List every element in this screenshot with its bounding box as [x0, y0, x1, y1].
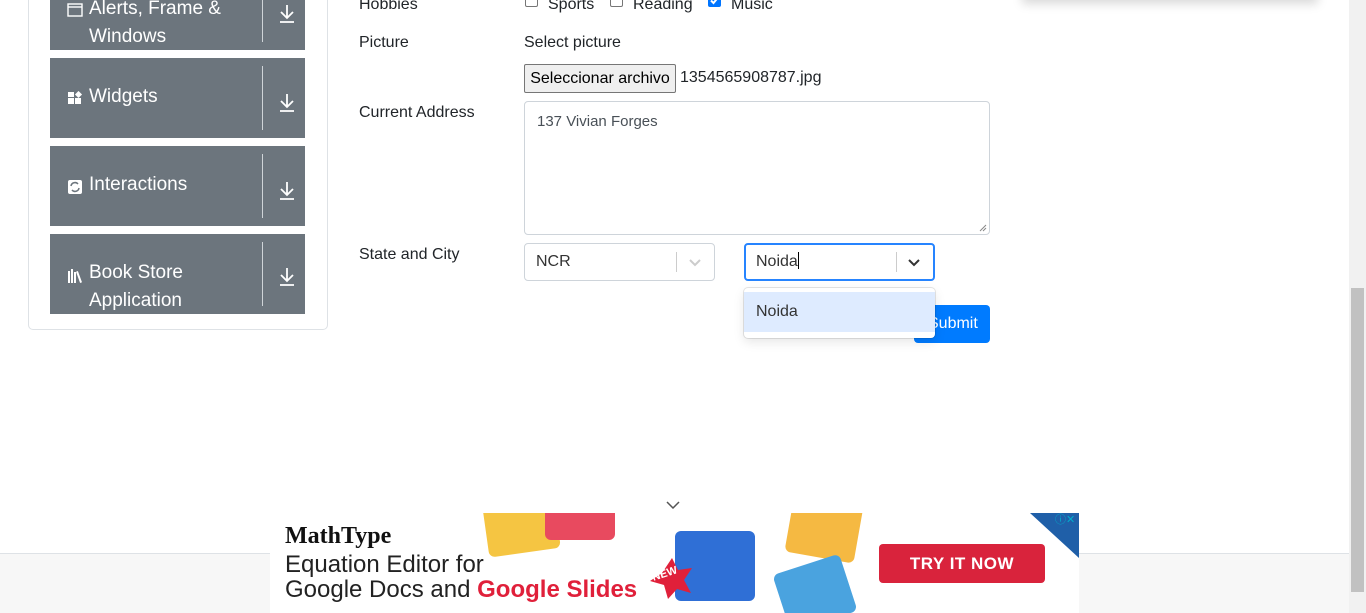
vertical-scrollbar[interactable]: [1349, 0, 1366, 613]
city-option-noida[interactable]: Noida: [744, 292, 935, 332]
separator: [262, 154, 263, 218]
ad-collapse-chevron-icon[interactable]: [664, 499, 682, 511]
city-select[interactable]: Noida: [744, 243, 935, 281]
checkmark-icon: [710, 0, 718, 5]
ad-brand: MathType: [285, 523, 392, 549]
state-select[interactable]: NCR: [524, 243, 715, 281]
advertisement-banner[interactable]: MathType Equation Editor for Google Docs…: [270, 513, 1079, 613]
ad-close-icon[interactable]: ⓘ✕: [1055, 513, 1079, 527]
hobby-reading-checkbox[interactable]: [610, 0, 623, 7]
hobby-music-checkbox[interactable]: [708, 0, 721, 7]
current-address-textarea[interactable]: 137 Vivian Forges: [524, 101, 990, 235]
sidebar-group-interactions[interactable]: Interactions: [50, 146, 305, 226]
resize-grip-icon[interactable]: [979, 224, 987, 232]
sidebar-group-label: Interactions: [89, 174, 188, 195]
select-picture-label: Select picture: [524, 34, 621, 51]
hobby-reading-label[interactable]: Reading: [633, 0, 693, 17]
download-arrow-icon[interactable]: [277, 179, 297, 201]
picture-label: Picture: [359, 34, 409, 51]
hobby-sports-label[interactable]: Sports: [548, 0, 594, 17]
sidebar-group-label: Alerts, Frame & Windows: [89, 0, 221, 47]
separator: [676, 252, 677, 272]
ad-headline-1: Equation Editor for: [285, 551, 484, 578]
download-arrow-icon[interactable]: [277, 91, 297, 113]
hobby-music-label[interactable]: Music: [731, 0, 773, 17]
window-icon: [67, 3, 83, 17]
separator: [896, 252, 897, 272]
state-select-value: NCR: [536, 253, 571, 270]
interactions-icon: [68, 180, 82, 194]
download-arrow-icon[interactable]: [277, 265, 297, 287]
hobbies-label: Hobbies: [359, 0, 418, 13]
city-dropdown-menu: Noida: [744, 288, 935, 338]
chevron-down-icon[interactable]: [686, 253, 704, 271]
choose-file-button[interactable]: Seleccionar archivo: [524, 64, 676, 93]
separator: [262, 66, 263, 130]
separator: [262, 0, 263, 42]
chevron-down-icon[interactable]: [905, 253, 923, 271]
sidebar-group-book-store[interactable]: Book Store Application: [50, 234, 305, 314]
scrollbar-thumb[interactable]: [1351, 288, 1364, 592]
sidebar-group-label: Book Store Application: [89, 262, 183, 311]
hobby-sports-checkbox[interactable]: [525, 0, 538, 7]
state-city-label: State and City: [359, 246, 460, 263]
sidebar-group-alerts-frame-windows[interactable]: Alerts, Frame & Windows: [50, 0, 305, 50]
ad-try-it-now-button[interactable]: TRY IT NOW: [879, 544, 1045, 583]
sidebar-group-widgets[interactable]: Widgets: [50, 58, 305, 138]
download-arrow-icon[interactable]: [277, 2, 297, 24]
current-address-label: Current Address: [359, 104, 475, 121]
city-select-input[interactable]: Noida: [756, 252, 799, 272]
widgets-icon: [68, 91, 83, 104]
sidebar-group-label: Widgets: [89, 86, 158, 107]
books-icon: [68, 269, 82, 283]
selected-file-name: 1354565908787.jpg: [680, 69, 822, 86]
separator: [262, 242, 263, 306]
ad-headline-2: Google Docs and Google Slides: [285, 576, 638, 603]
current-address-value: 137 Vivian Forges: [537, 113, 658, 130]
